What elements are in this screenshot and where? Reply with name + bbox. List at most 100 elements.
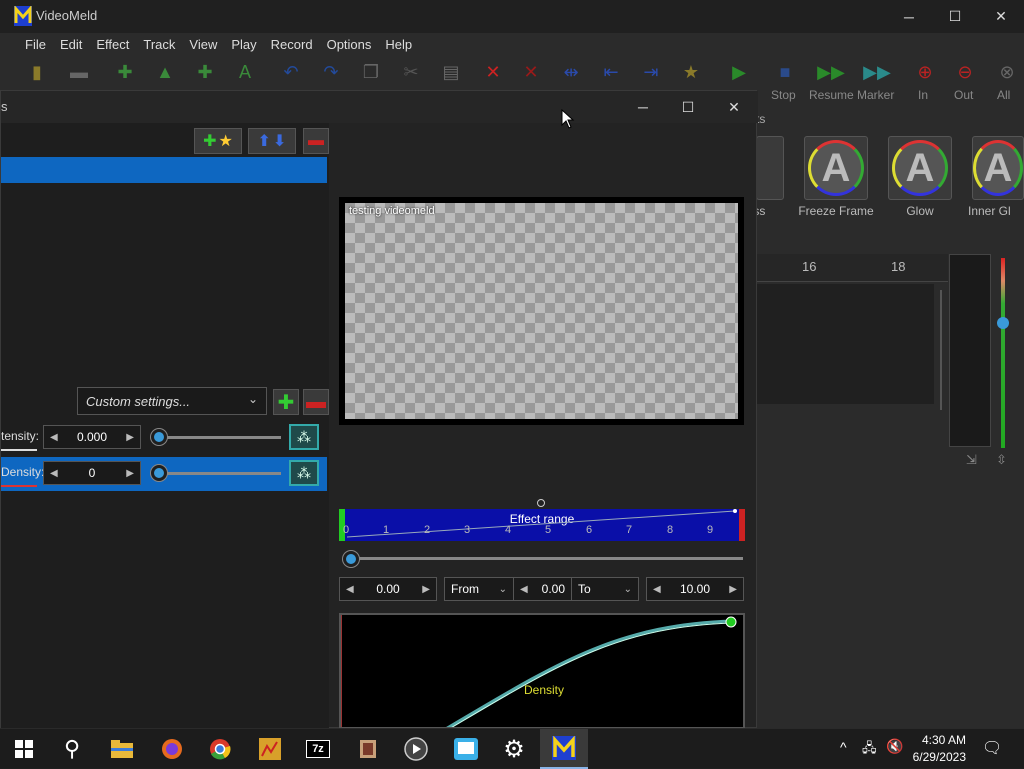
clock-time[interactable]: 4:30 AM xyxy=(922,733,966,747)
delete-icon[interactable]: ✕ xyxy=(480,60,506,84)
from-combo[interactable]: From ⌄ xyxy=(444,577,514,601)
detach-icon[interactable]: ⇳ xyxy=(996,452,1007,468)
delete-track-icon[interactable]: ✕ xyxy=(518,60,544,84)
decrement-arrow-icon[interactable]: ◀ xyxy=(346,584,354,595)
increment-arrow-icon[interactable]: ▶ xyxy=(126,468,134,479)
preview-canvas[interactable]: testing videomeld xyxy=(345,203,738,419)
paste-icon[interactable]: ▤ xyxy=(438,60,464,84)
increment-arrow-icon[interactable]: ▶ xyxy=(729,584,737,595)
increment-arrow-icon[interactable]: ▶ xyxy=(422,584,430,595)
intensity-slider-track[interactable] xyxy=(159,436,281,439)
position-slider-track[interactable] xyxy=(349,557,743,560)
save-icon[interactable]: ▬ xyxy=(66,60,92,84)
timeline-scrollbar[interactable] xyxy=(940,290,942,410)
add-audio-icon[interactable]: ✚ xyxy=(192,60,218,84)
dialog-close-button[interactable]: ✕ xyxy=(711,91,757,123)
effect-tile-glow[interactable]: A xyxy=(888,136,952,200)
start-time-spinbox[interactable]: ◀ 0.00 ▶ xyxy=(339,577,437,601)
density-slider-thumb[interactable] xyxy=(151,465,167,481)
volume-muted-icon[interactable]: 🔇 xyxy=(886,738,903,755)
range-handle[interactable] xyxy=(537,499,545,507)
taskbar-file-explorer[interactable] xyxy=(98,729,146,769)
taskbar-chrome[interactable] xyxy=(196,729,244,769)
intensity-keyframe-button[interactable]: ⁂ xyxy=(289,424,319,450)
favorite-icon[interactable]: ★ xyxy=(678,60,704,84)
effect-tile-inner-glow[interactable]: A xyxy=(972,136,1024,200)
chevron-up-icon[interactable]: ^ xyxy=(840,739,847,755)
search-button[interactable]: ⚲ xyxy=(48,729,96,769)
copy-icon[interactable]: ❐ xyxy=(358,60,384,84)
mid-value-spinbox[interactable]: ◀ 0.00 xyxy=(513,577,571,601)
menu-view[interactable]: View xyxy=(182,34,224,56)
to-combo[interactable]: To ⌄ xyxy=(571,577,639,601)
menu-file[interactable]: File xyxy=(18,34,53,56)
move-effect-buttons[interactable]: ⬆ ⬇ xyxy=(248,128,296,154)
start-button[interactable] xyxy=(0,729,48,769)
end-time-spinbox[interactable]: ◀ 10.00 ▶ xyxy=(646,577,744,601)
dialog-maximize-button[interactable]: ☐ xyxy=(665,91,711,123)
timeline-track-area[interactable] xyxy=(756,284,934,404)
taskbar-player[interactable] xyxy=(392,729,440,769)
density-spinbox[interactable]: ◀ 0 ▶ xyxy=(43,461,141,485)
preset-select[interactable]: Custom settings... ⌄ xyxy=(77,387,267,415)
taskbar-7zip[interactable]: 7z xyxy=(294,729,342,769)
intensity-spinbox[interactable]: ◀ 0.000 ▶ xyxy=(43,425,141,449)
position-slider-thumb[interactable] xyxy=(343,551,359,567)
cut-icon[interactable]: ✂ xyxy=(398,60,424,84)
taskbar-media-app[interactable] xyxy=(344,729,392,769)
decrement-arrow-icon[interactable]: ◀ xyxy=(50,468,58,479)
menu-record[interactable]: Record xyxy=(264,34,320,56)
clock-date[interactable]: 6/29/2023 xyxy=(913,750,966,764)
notification-icon[interactable]: 🗨 xyxy=(982,738,1002,758)
join-icon[interactable]: ⇤ xyxy=(598,60,624,84)
effect-range-bar[interactable]: Effect range 0 1 2 3 4 5 6 7 8 9 xyxy=(339,509,745,541)
menu-play[interactable]: Play xyxy=(224,34,263,56)
menu-track[interactable]: Track xyxy=(136,34,182,56)
add-preset-button[interactable]: ✚ xyxy=(273,389,299,415)
maximize-button[interactable]: ☐ xyxy=(932,0,978,33)
menu-help[interactable]: Help xyxy=(378,34,419,56)
menu-edit[interactable]: Edit xyxy=(53,34,89,56)
effect-tile-cross[interactable] xyxy=(756,136,784,200)
play-icon[interactable]: ▶ xyxy=(726,60,752,84)
timeline-ruler[interactable]: 16 18 xyxy=(756,254,948,282)
dialog-minimize-button[interactable]: ─ xyxy=(620,91,666,123)
split-icon[interactable]: ⇹ xyxy=(558,60,584,84)
minimize-button[interactable]: ─ xyxy=(886,0,932,33)
menu-options[interactable]: Options xyxy=(320,34,379,56)
effect-tile-freeze-frame[interactable]: A xyxy=(804,136,868,200)
delete-preset-button[interactable]: ▬ xyxy=(303,389,329,415)
taskbar-firefox[interactable] xyxy=(148,729,196,769)
redo-icon[interactable]: ↷ xyxy=(318,60,344,84)
taskbar-remote-app[interactable] xyxy=(442,729,490,769)
zoom-out-icon[interactable]: ⊖ xyxy=(952,60,978,84)
stop-icon[interactable]: ■ xyxy=(772,60,798,84)
zoom-in-icon[interactable]: ⊕ xyxy=(912,60,938,84)
decrement-arrow-icon[interactable]: ◀ xyxy=(520,584,528,595)
taskbar-videomeld[interactable] xyxy=(540,729,588,769)
decrement-arrow-icon[interactable]: ◀ xyxy=(653,584,661,595)
effect-list[interactable] xyxy=(1,157,327,347)
keyframe-graph[interactable]: Density xyxy=(339,613,745,729)
increment-arrow-icon[interactable]: ▶ xyxy=(126,432,134,443)
pin-icon[interactable]: ⇲ xyxy=(966,452,977,468)
volume-slider-thumb[interactable] xyxy=(997,317,1009,329)
add-video-icon[interactable]: ✚ xyxy=(112,60,138,84)
taskbar-settings[interactable]: ⚙ xyxy=(490,729,538,769)
zoom-all-icon[interactable]: ⊗ xyxy=(994,60,1020,84)
network-icon[interactable]: 🖧 xyxy=(862,739,877,761)
new-project-icon[interactable]: ▮ xyxy=(24,60,50,84)
effect-list-item-selected[interactable] xyxy=(1,157,327,183)
close-button[interactable]: ✕ xyxy=(978,0,1024,33)
density-slider-track[interactable] xyxy=(159,472,281,475)
intensity-slider-thumb[interactable] xyxy=(151,429,167,445)
add-favorite-effect-button[interactable]: ✚ ★ xyxy=(194,128,242,154)
taskbar-chart-app[interactable] xyxy=(246,729,294,769)
menu-effect[interactable]: Effect xyxy=(89,34,136,56)
add-image-icon[interactable]: ▲ xyxy=(152,60,178,84)
remove-effect-button[interactable]: ▬ xyxy=(303,128,329,154)
resume-icon[interactable]: ▶▶ xyxy=(817,60,845,84)
undo-icon[interactable]: ↶ xyxy=(278,60,304,84)
marker-icon[interactable]: ▶▶ xyxy=(863,60,891,84)
move-icon[interactable]: ⇥ xyxy=(638,60,664,84)
